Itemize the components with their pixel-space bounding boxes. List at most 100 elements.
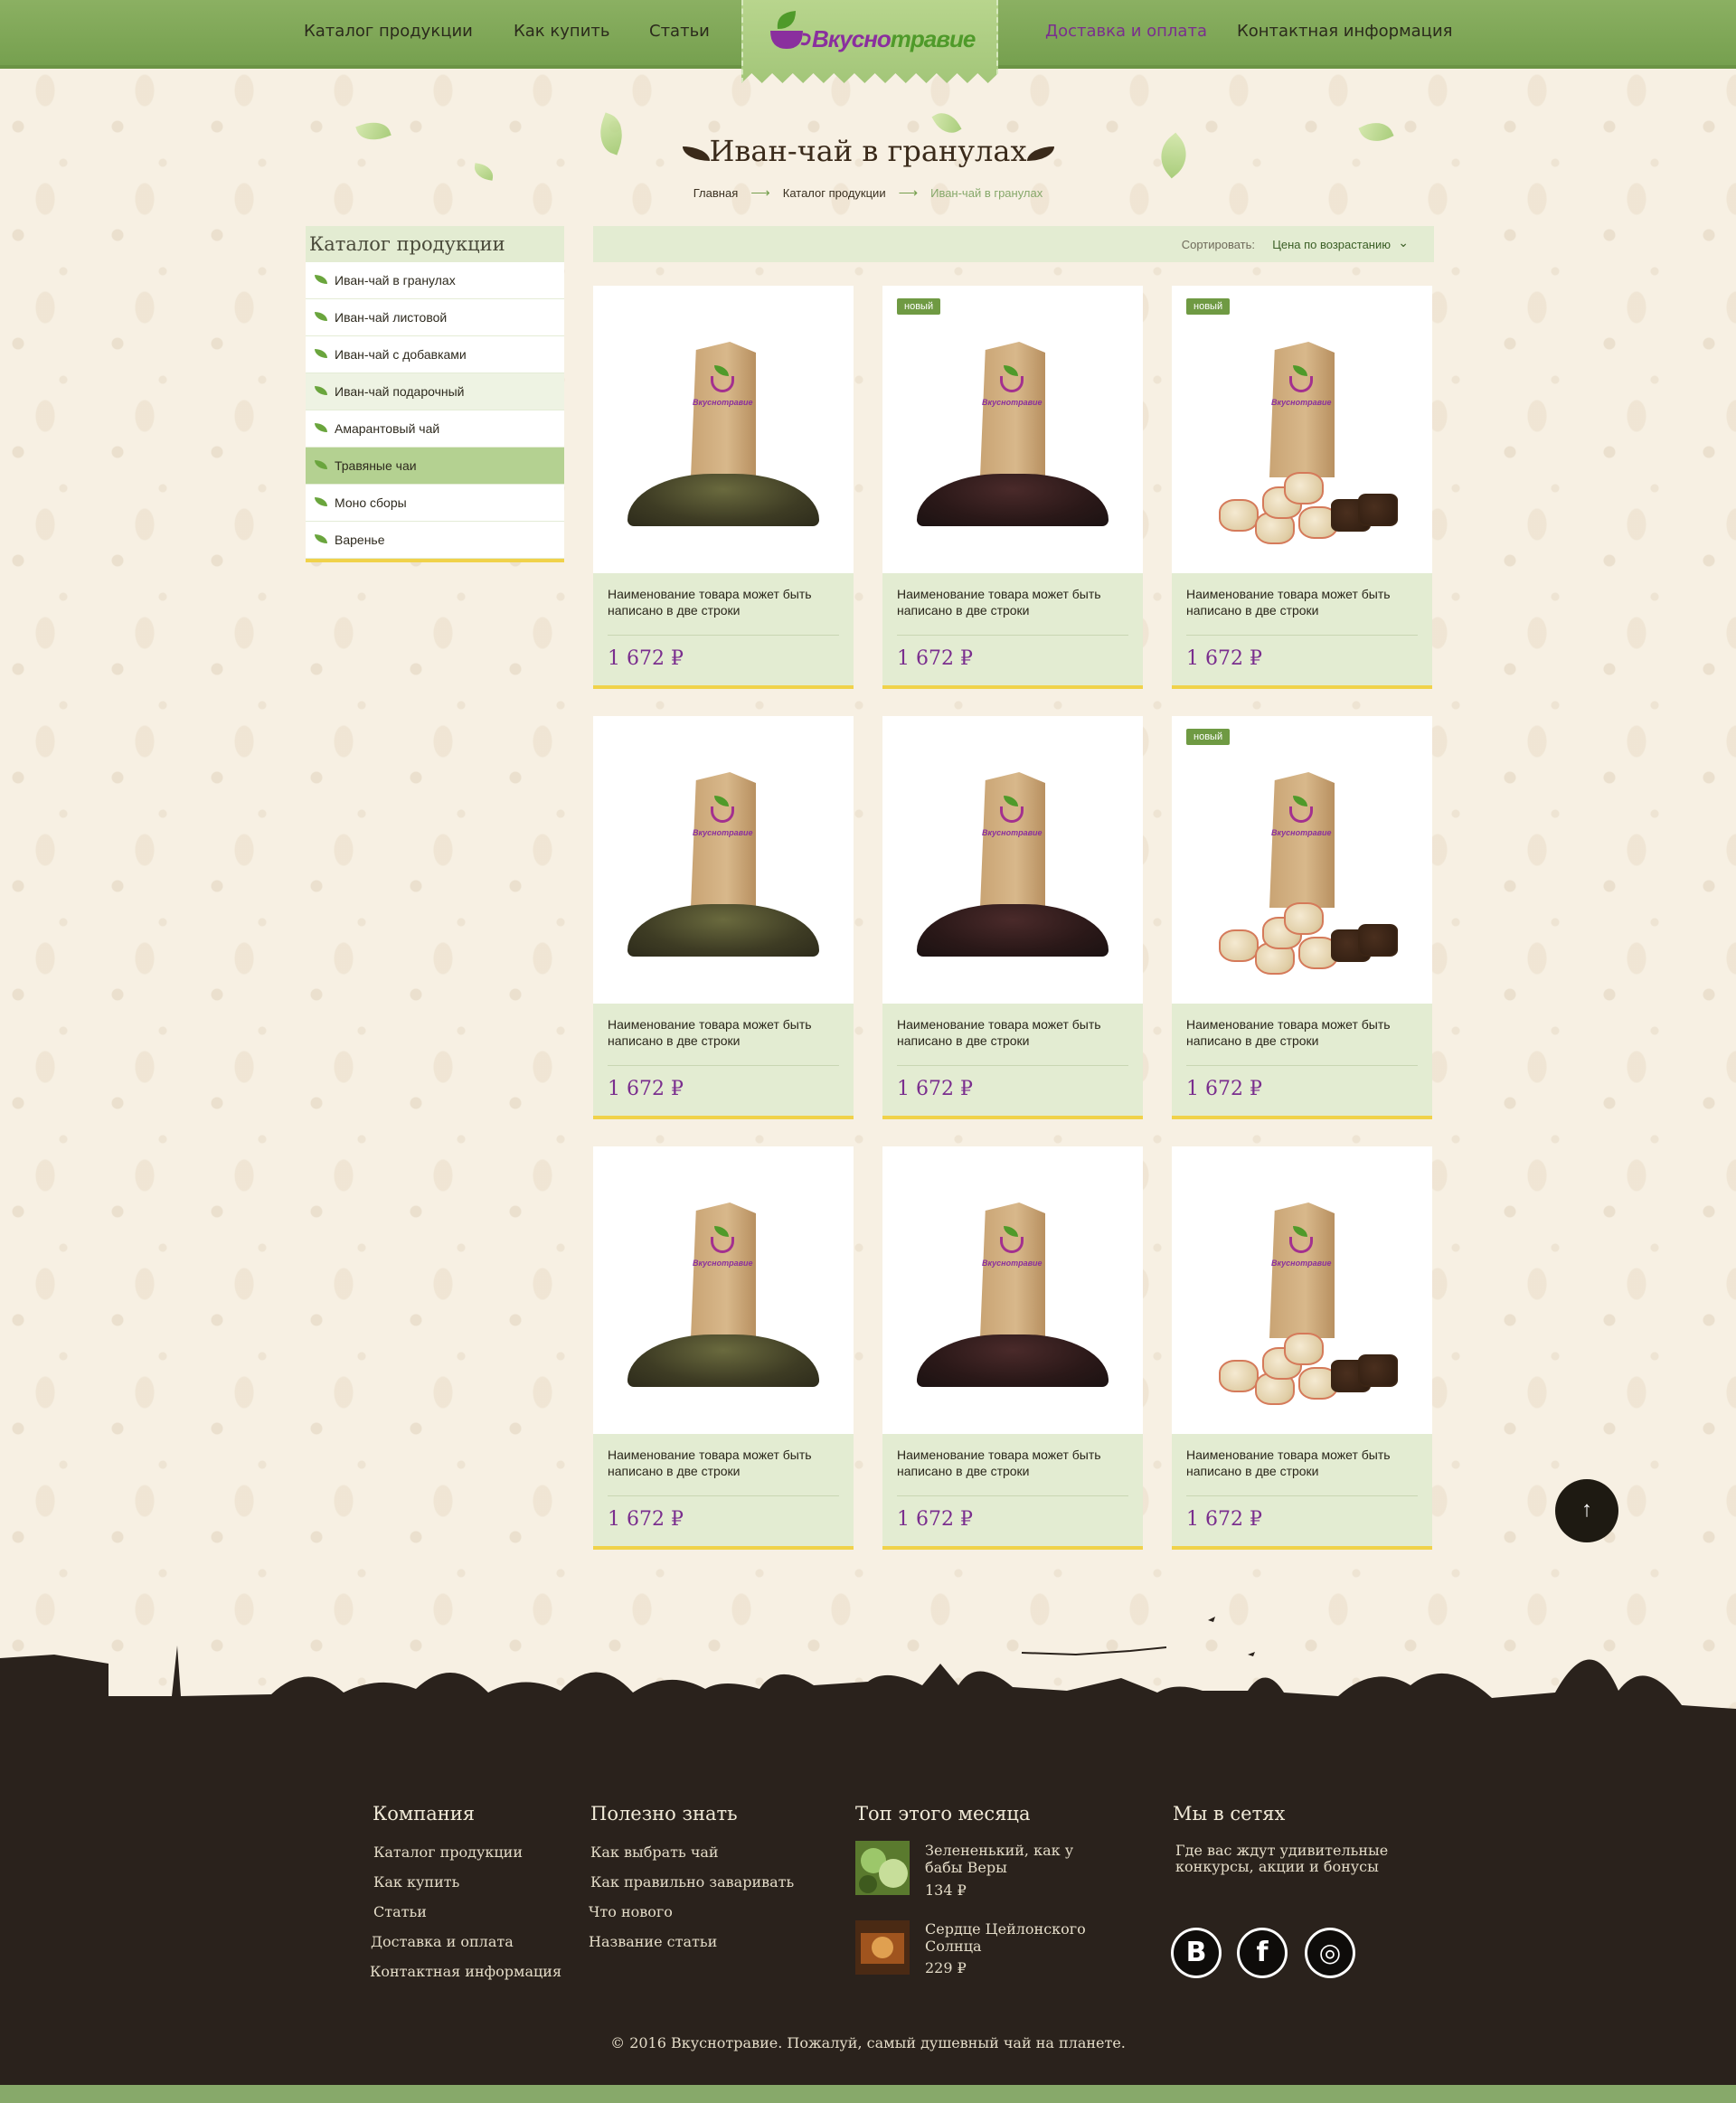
product-card[interactable]: Вкуснотравие Наименование товара может бы… (1172, 1146, 1432, 1550)
leaf-bullet-icon (315, 423, 327, 432)
leaf-bullet-icon (315, 312, 327, 321)
product-price: 1 672 ₽ (1186, 1508, 1262, 1531)
tea-tablet (1219, 499, 1259, 532)
product-name[interactable]: Наименование товара может быть написано … (1186, 586, 1412, 618)
sidebar-item-label: Иван-чай с добавками (335, 347, 467, 362)
product-image[interactable]: Вкуснотравие (593, 1146, 854, 1434)
nav-contacts[interactable]: Контактная информация (1237, 22, 1452, 41)
breadcrumb: Главная ⟶ Каталог продукции ⟶ Иван-чай в гра… (0, 184, 1736, 201)
logo-text: Вкуснотравие (812, 25, 976, 52)
product-info: Наименование товара может быть написано … (882, 573, 1143, 685)
product-name[interactable]: Наименование товара может быть написано … (608, 1447, 834, 1479)
footer-company-link[interactable]: Статьи (373, 1903, 427, 1920)
footer-company-link[interactable]: Как купить (373, 1873, 459, 1891)
product-info: Наименование товара может быть написано … (882, 1434, 1143, 1546)
sidebar-item[interactable]: Иван-чай с добавками (306, 336, 564, 373)
footer-useful-link[interactable]: Название статьи (589, 1933, 717, 1950)
product-image[interactable]: Вкуснотравие (882, 1146, 1143, 1434)
arrow-right-icon: ⟶ (898, 185, 919, 201)
product-card[interactable]: Вкуснотравие Наименование товара может бы… (882, 1146, 1143, 1550)
product-image[interactable]: Вкуснотравие (1172, 286, 1432, 573)
sidebar-item[interactable]: Иван-чай листовой (306, 299, 564, 336)
sidebar-bottom-line (306, 559, 564, 562)
nav-delivery[interactable]: Доставка и оплата (1045, 22, 1207, 41)
top-product-name[interactable]: Зелененький, как у бабы Веры (925, 1842, 1106, 1876)
vk-icon[interactable]: В (1171, 1928, 1222, 1978)
sort-select[interactable]: Цена по возрастанию (1272, 238, 1391, 251)
sort-bar: Сортировать: Цена по возрастанию ⌄ (593, 226, 1434, 262)
sidebar-item[interactable]: Варенье (306, 522, 564, 559)
footer-company-link[interactable]: Доставка и оплата (371, 1933, 514, 1950)
bag-logo-text: Вкуснотравие (982, 398, 1043, 407)
top-product-thumbnail[interactable] (855, 1920, 910, 1975)
tea-tablet (1358, 1354, 1398, 1387)
tea-bag-image (1269, 772, 1335, 908)
footer-useful-link[interactable]: Как правильно заваривать (590, 1873, 794, 1891)
tea-pile (917, 1334, 1109, 1387)
bag-logo-text: Вкуснотравие (1271, 828, 1332, 837)
product-image[interactable]: Вкуснотравие (882, 716, 1143, 1004)
sidebar-item[interactable]: Иван-чай подарочный (306, 373, 564, 410)
tea-bag-image (980, 1202, 1045, 1338)
product-card[interactable]: Вкуснотравие Наименование товара может бы… (593, 716, 854, 1119)
leaf-bullet-icon (315, 349, 327, 358)
sidebar-item[interactable]: Иван-чай в гранулах (306, 262, 564, 299)
footer-social-title: Мы в сетях (1173, 1803, 1286, 1825)
sidebar-title: Каталог продукции (306, 226, 564, 262)
breadcrumb-current: Иван-чай в гранулах (930, 186, 1043, 200)
top-product-thumbnail[interactable] (855, 1841, 910, 1895)
sidebar-item[interactable]: Моно сборы (306, 485, 564, 522)
product-price: 1 672 ₽ (608, 1508, 684, 1531)
nav-articles[interactable]: Статьи (649, 22, 710, 41)
sidebar-item[interactable]: Травяные чаи (306, 448, 564, 485)
product-name[interactable]: Наименование товара может быть написано … (897, 1016, 1123, 1049)
product-card[interactable]: Вкуснотравие Наименование товара может бы… (882, 716, 1143, 1119)
product-card[interactable]: Вкуснотравие новый Наименование товара мож… (882, 286, 1143, 689)
new-badge: новый (1186, 298, 1231, 315)
divider (1186, 1495, 1418, 1496)
product-image[interactable]: Вкуснотравие (882, 286, 1143, 573)
product-image[interactable]: Вкуснотравие (1172, 716, 1432, 1004)
footer-useful-link[interactable]: Что нового (589, 1903, 673, 1920)
nav-catalog[interactable]: Каталог продукции (304, 22, 473, 41)
product-image[interactable]: Вкуснотравие (1172, 1146, 1432, 1434)
top-product-name[interactable]: Сердце Цейлонского Солнца (925, 1920, 1106, 1955)
bag-logo-text: Вкуснотравие (1271, 398, 1332, 407)
chevron-down-icon[interactable]: ⌄ (1398, 235, 1409, 250)
product-name[interactable]: Наименование товара может быть написано … (897, 1447, 1123, 1479)
scroll-top-button[interactable]: ↑ (1555, 1479, 1618, 1542)
instagram-icon[interactable]: ◎ (1305, 1928, 1355, 1978)
product-name[interactable]: Наименование товара может быть написано … (1186, 1016, 1412, 1049)
sidebar-item[interactable]: Амарантовый чай (306, 410, 564, 448)
product-card[interactable]: Вкуснотравие новый Наименование товара мож… (1172, 286, 1432, 689)
footer-useful-link[interactable]: Как выбрать чай (590, 1844, 719, 1861)
divider (1186, 635, 1418, 636)
breadcrumb-home[interactable]: Главная (693, 186, 738, 200)
footer-useful-title: Полезно знать (590, 1803, 738, 1825)
product-name[interactable]: Наименование товара может быть написано … (608, 586, 834, 618)
footer-company-link[interactable]: Каталог продукции (373, 1844, 523, 1861)
new-badge: новый (1186, 729, 1231, 745)
product-card[interactable]: Вкуснотравие Наименование товара может бы… (593, 286, 854, 689)
sidebar-item-label: Варенье (335, 533, 385, 547)
product-card[interactable]: Вкуснотравие Наименование товара может бы… (593, 1146, 854, 1550)
facebook-icon[interactable]: f (1237, 1928, 1288, 1978)
product-name[interactable]: Наименование товара может быть написано … (608, 1016, 834, 1049)
logo[interactable]: Вкуснотравие (741, 0, 998, 83)
tea-pile (917, 904, 1109, 957)
product-card[interactable]: Вкуснотравие новый Наименование товара мож… (1172, 716, 1432, 1119)
breadcrumb-catalog[interactable]: Каталог продукции (783, 186, 886, 200)
footer-company-title: Компания (373, 1803, 475, 1825)
product-image[interactable]: Вкуснотравие (593, 286, 854, 573)
footer-top-title: Топ этого месяца (855, 1803, 1031, 1825)
tea-bag-image (691, 1202, 756, 1338)
product-price: 1 672 ₽ (897, 647, 973, 670)
cup-leaf-icon (770, 11, 811, 49)
bag-logo-text: Вкуснотравие (693, 1259, 753, 1268)
product-name[interactable]: Наименование товара может быть написано … (1186, 1447, 1412, 1479)
product-name[interactable]: Наименование товара может быть написано … (897, 586, 1123, 618)
product-image[interactable]: Вкуснотравие (593, 716, 854, 1004)
sidebar-item-label: Моно сборы (335, 495, 407, 510)
nav-how-to-buy[interactable]: Как купить (514, 22, 610, 41)
footer-company-link[interactable]: Контактная информация (370, 1963, 561, 1980)
